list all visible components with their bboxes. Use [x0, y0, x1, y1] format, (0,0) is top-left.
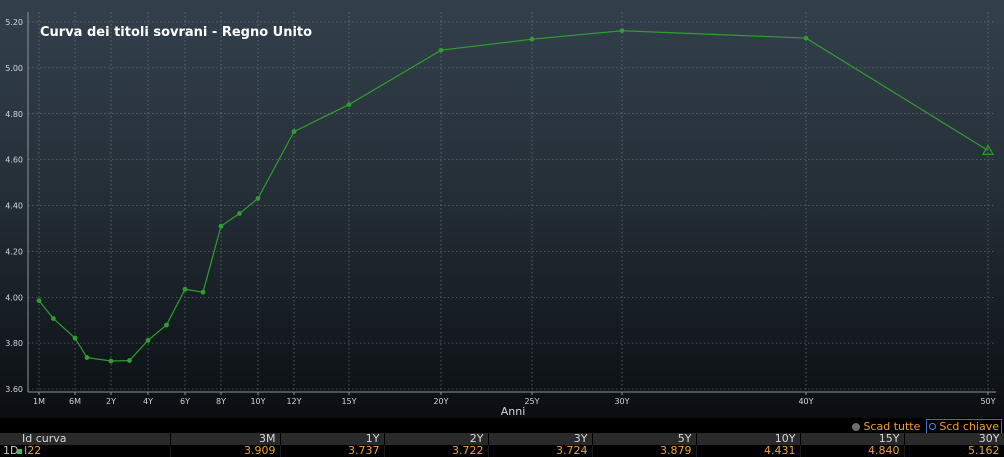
table-cell: 3.909	[170, 445, 281, 457]
table-cell: 5.162	[904, 445, 1004, 457]
series-line	[38, 30, 989, 362]
table-cell: 3.724	[488, 445, 593, 457]
table-cell: 4.840	[800, 445, 905, 457]
table-cell: 3.879	[592, 445, 697, 457]
x-tick-label: 50Y	[980, 397, 995, 406]
table-cell: 4.431	[696, 445, 801, 457]
y-tick-label: 4.60	[5, 156, 23, 165]
data-point	[182, 286, 188, 292]
data-point	[51, 316, 56, 321]
chart-window: 3.60 3.80 4.00 4.20 4.40 4.60 4.80 5.00 5.20 1M 6M…	[0, 0, 1004, 457]
y-tick-label: 3.60	[5, 385, 23, 394]
data-point	[255, 195, 261, 201]
table-cell: 3.737	[280, 445, 385, 457]
yield-curve-chart: 3.60 3.80 4.00 4.20 4.40 4.60 4.80 5.00 5.20 1M 6M…	[5, 12, 996, 406]
table-header-row: Id curva 3M 1Y 2Y 3Y 5Y 10Y 15Y 30Y	[0, 433, 1004, 445]
data-point	[803, 35, 809, 41]
data-point	[108, 358, 114, 364]
curve-id: I22	[24, 444, 42, 457]
x-tick-label: 10Y	[250, 397, 265, 406]
y-tick-label: 4.20	[5, 247, 23, 256]
x-tick-label: 8Y	[216, 397, 226, 406]
data-point	[84, 355, 90, 360]
data-point	[346, 102, 352, 107]
table-cell-id: 1D I22	[0, 444, 171, 457]
data-point	[200, 289, 206, 295]
data-point	[145, 337, 151, 343]
x-tick-label: 2Y	[106, 397, 116, 406]
x-tick-label: 15Y	[341, 397, 356, 406]
x-tick-label: 1M	[33, 397, 45, 406]
x-axis-label: Anni	[500, 405, 526, 418]
y-tick-label: 5.20	[5, 18, 23, 27]
gray-dot-icon	[852, 422, 861, 431]
x-tick-label: 12Y	[286, 397, 301, 406]
data-point	[36, 298, 42, 304]
x-tick-label: 30Y	[614, 397, 629, 406]
row-index: 1D	[3, 444, 19, 457]
table-cell: 3.722	[384, 445, 489, 457]
x-tick-label: 6M	[69, 397, 81, 406]
x-tick-label: 6Y	[180, 397, 190, 406]
data-point	[438, 47, 444, 53]
y-tick-label: 5.00	[5, 64, 23, 73]
plot-area: 3.60 3.80 4.00 4.20 4.40 4.60 4.80 5.00 5.20 1M 6M…	[0, 0, 1004, 418]
data-point	[72, 335, 78, 341]
y-tick-label: 3.80	[5, 339, 23, 348]
blue-ring-icon	[929, 423, 937, 430]
y-tick-label: 4.40	[5, 202, 23, 211]
chart-title: Curva dei titoli sovrani - Regno Unito	[40, 25, 313, 40]
x-tick-label: 40Y	[798, 397, 813, 406]
table-row[interactable]: 1D I22 3.909 3.737 3.722 3.724 3.879 4.43…	[0, 445, 1004, 457]
x-tick-label: 20Y	[433, 397, 448, 406]
data-point	[164, 322, 169, 328]
data-point	[529, 36, 535, 42]
data-point	[237, 211, 242, 216]
data-point	[291, 129, 297, 135]
yield-table: Id curva 3M 1Y 2Y 3Y 5Y 10Y 15Y 30Y 1D I2…	[0, 433, 1004, 457]
y-tick-label: 4.80	[5, 110, 23, 119]
data-point	[218, 223, 224, 229]
data-point	[619, 28, 625, 34]
y-tick-label: 4.00	[5, 293, 23, 302]
series-color-swatch-icon	[17, 448, 22, 454]
x-tick-label: 4Y	[143, 397, 153, 406]
data-point	[127, 358, 132, 363]
